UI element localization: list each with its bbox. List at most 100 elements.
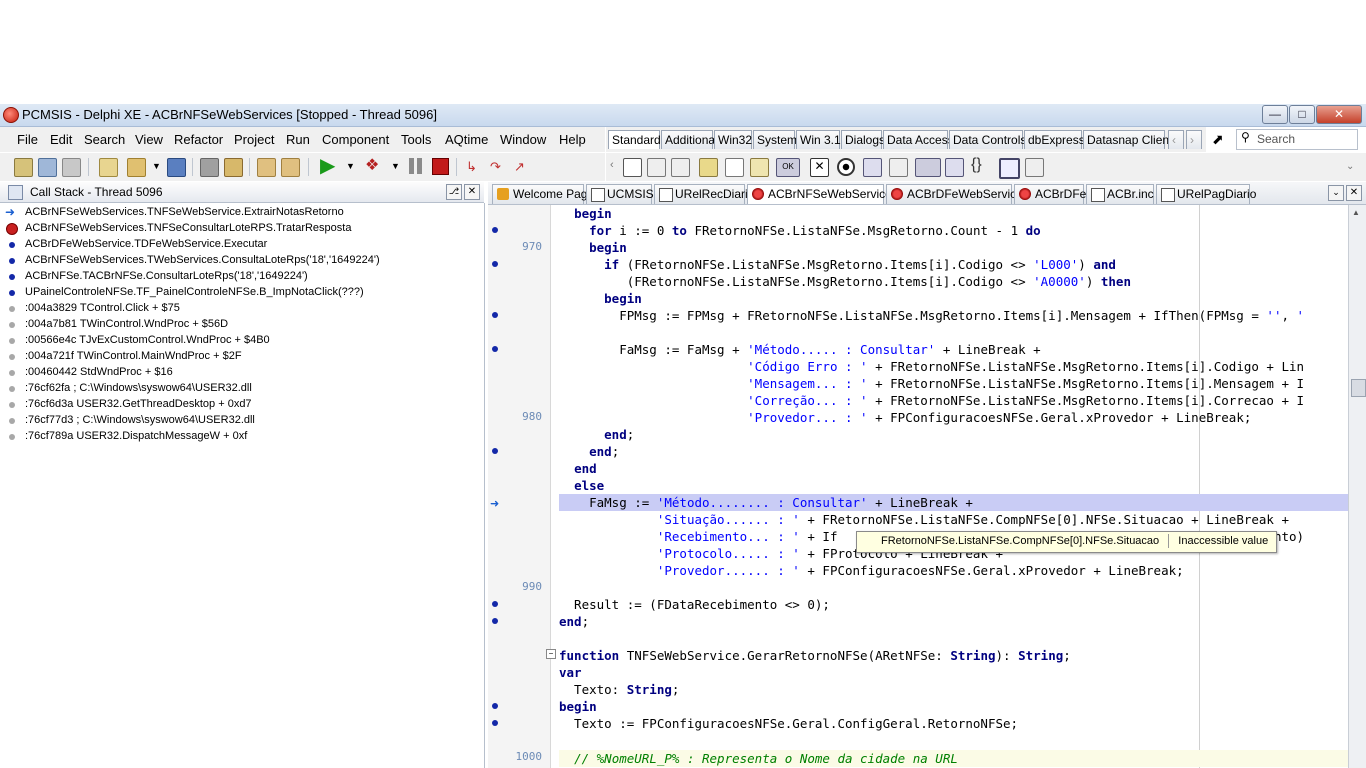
tlistbox-icon[interactable] bbox=[863, 158, 882, 177]
menu-component[interactable]: Component bbox=[322, 132, 389, 147]
pause-icon[interactable] bbox=[409, 158, 414, 174]
callstack-row[interactable]: :76cf77d3 ; C:\Windows\syswow64\USER32.d… bbox=[0, 413, 484, 429]
add-file-icon[interactable] bbox=[257, 158, 276, 177]
tab-welcome-page[interactable]: Welcome Page bbox=[492, 184, 594, 204]
tradiogroup-icon[interactable]: {} bbox=[971, 156, 982, 174]
palette-tab-dialogs[interactable]: Dialogs bbox=[841, 130, 885, 149]
menu-help[interactable]: Help bbox=[559, 132, 586, 147]
palette-tab-standard[interactable]: Standard bbox=[608, 130, 661, 149]
new-items-icon[interactable] bbox=[14, 158, 33, 177]
palette-tab-win31[interactable]: Win 3.1 bbox=[796, 130, 841, 149]
debug-dropdown-icon[interactable]: ▼ bbox=[391, 161, 400, 171]
minimize-button[interactable]: — bbox=[1262, 105, 1288, 124]
close-all-icon[interactable] bbox=[62, 158, 81, 177]
tactionlist-icon[interactable] bbox=[1025, 158, 1044, 177]
menu-window[interactable]: Window bbox=[500, 132, 546, 147]
run-without-debug-icon[interactable]: ❖ bbox=[365, 157, 379, 175]
scroll-up-icon[interactable]: ▲ bbox=[1352, 208, 1360, 217]
callstack-row[interactable]: ACBrDFeWebService.TDFeWebService.Executa… bbox=[0, 237, 484, 253]
tpopupmenu-icon[interactable] bbox=[671, 158, 690, 177]
palette-tab-system[interactable]: System bbox=[753, 130, 797, 149]
tbutton-icon[interactable]: OK bbox=[776, 158, 800, 177]
palette-scroll-left-icon[interactable]: ‹ bbox=[610, 159, 614, 171]
callstack-row[interactable]: :76cf6d3a USER32.GetThreadDesktop + 0xd7 bbox=[0, 397, 484, 413]
palette-tab-data-controls[interactable]: Data Controls bbox=[949, 130, 1026, 149]
tab-acbrnfsewebservices[interactable]: ACBrNFSeWebServices bbox=[747, 184, 898, 204]
tradiobutton-icon[interactable] bbox=[837, 158, 855, 176]
callstack-row[interactable]: :76cf789a USER32.DispatchMessageW + 0xf bbox=[0, 429, 484, 445]
open-file-icon[interactable] bbox=[127, 158, 146, 177]
palette-tab-dbexpress[interactable]: dbExpress bbox=[1024, 130, 1085, 149]
tab-ucmsis[interactable]: UCMSIS bbox=[586, 184, 654, 204]
callstack-row[interactable]: ➜ ACBrNFSeWebServices.TNFSeWebService.Ex… bbox=[0, 205, 484, 221]
tframes-icon[interactable] bbox=[623, 158, 642, 177]
pointer-tool-icon[interactable]: ⬈ bbox=[1212, 131, 1224, 148]
callstack-row[interactable]: :004a7b81 TWinControl.WndProc + $56D bbox=[0, 317, 484, 333]
tcheckbox-icon[interactable]: ✕ bbox=[810, 158, 829, 177]
tab-acbrdfe[interactable]: ACBrDFe bbox=[1014, 184, 1086, 204]
close-tab-icon[interactable]: ✕ bbox=[1346, 185, 1362, 201]
remove-file-icon[interactable] bbox=[281, 158, 300, 177]
callstack-row[interactable]: :76cf62fa ; C:\Windows\syswow64\USER32.d… bbox=[0, 381, 484, 397]
run-icon[interactable]: ▶ bbox=[320, 156, 335, 176]
run-dropdown-icon[interactable]: ▼ bbox=[346, 161, 355, 171]
callstack-row[interactable]: ACBrNFSeWebServices.TWebServices.Consult… bbox=[0, 253, 484, 269]
palette-tab-additional[interactable]: Additional bbox=[661, 130, 718, 149]
program-reset-icon[interactable] bbox=[432, 158, 449, 175]
open-project-icon[interactable] bbox=[38, 158, 57, 177]
menu-tools[interactable]: Tools bbox=[401, 132, 431, 147]
palette-tab-win32[interactable]: Win32 bbox=[714, 130, 752, 149]
open-dropdown-icon[interactable]: ▼ bbox=[152, 161, 161, 171]
palette-scroll-left-icon[interactable]: ‹ bbox=[1168, 130, 1184, 149]
menu-project[interactable]: Project bbox=[234, 132, 274, 147]
editor-gutter[interactable] bbox=[488, 205, 550, 768]
menu-file[interactable]: File bbox=[17, 132, 38, 147]
callstack-row[interactable]: UPainelControleNFSe.TF_PainelControleNFS… bbox=[0, 285, 484, 301]
close-button[interactable]: ✕ bbox=[1316, 105, 1362, 124]
callstack-row[interactable]: :004a721f TWinControl.MainWndProc + $2F bbox=[0, 349, 484, 365]
tab-acbrdfewebservice[interactable]: ACBrDFeWebService bbox=[886, 184, 1023, 204]
tmainmenu-icon[interactable] bbox=[647, 158, 666, 177]
callstack-row[interactable]: ACBrNFSe.TACBrNFSe.ConsultarLoteRps('18'… bbox=[0, 269, 484, 285]
tab-urelrecdiario[interactable]: URelRecDiario bbox=[654, 184, 754, 204]
code-editor[interactable]: ➜ 970 980 990 1000 − begin for i := 0 to… bbox=[488, 205, 1348, 768]
pin-icon[interactable]: ⎇ bbox=[446, 184, 462, 200]
palette-scroll-right-icon[interactable]: › bbox=[1186, 130, 1202, 149]
maximize-button[interactable]: □ bbox=[1289, 105, 1315, 124]
scrollbar-thumb[interactable] bbox=[1351, 379, 1366, 397]
tab-acbr-inc[interactable]: ACBr.inc bbox=[1086, 184, 1154, 204]
callstack-row[interactable]: ACBrNFSeWebServices.TNFSeConsultarLoteRP… bbox=[0, 221, 484, 237]
tmemo-icon[interactable] bbox=[750, 158, 769, 177]
tab-list-dropdown-icon[interactable]: ⌄ bbox=[1328, 185, 1344, 201]
menu-run[interactable]: Run bbox=[286, 132, 310, 147]
menu-aqtime[interactable]: AQtime bbox=[445, 132, 488, 147]
palette-tab-data-access[interactable]: Data Access bbox=[883, 130, 954, 149]
step-over-icon[interactable]: ↷ bbox=[490, 159, 501, 175]
code-fold-icon[interactable]: − bbox=[546, 649, 556, 659]
tcombobox-icon[interactable] bbox=[889, 158, 908, 177]
panel-close-icon[interactable]: ✕ bbox=[464, 184, 480, 200]
run-until-return-icon[interactable]: ↗ bbox=[514, 159, 525, 175]
callstack-row[interactable]: :00566e4c TJvExCustomControl.WndProc + $… bbox=[0, 333, 484, 349]
menu-search[interactable]: Search bbox=[84, 132, 125, 147]
new-form-icon[interactable] bbox=[99, 158, 118, 177]
view-form-icon[interactable] bbox=[224, 158, 243, 177]
callstack-row[interactable]: :00460442 StdWndProc + $16 bbox=[0, 365, 484, 381]
toolbar-overflow-icon[interactable]: ⌄ bbox=[1346, 161, 1354, 172]
tscrollbar-icon[interactable] bbox=[915, 158, 941, 177]
save-icon[interactable] bbox=[167, 158, 186, 177]
menu-refactor[interactable]: Refactor bbox=[174, 132, 223, 147]
trace-into-icon[interactable]: ↳ bbox=[466, 159, 477, 175]
tab-urelpagdiario[interactable]: URelPagDiario bbox=[1156, 184, 1256, 204]
tlabel-icon[interactable] bbox=[699, 158, 718, 177]
palette-search-input[interactable]: ⚲ Search bbox=[1236, 129, 1358, 150]
palette-tab-datasnap-client[interactable]: Datasnap Client bbox=[1083, 130, 1172, 149]
menu-view[interactable]: View bbox=[135, 132, 163, 147]
editor-vertical-scrollbar[interactable]: ▲ bbox=[1348, 205, 1366, 768]
tgroupbox-icon[interactable] bbox=[945, 158, 964, 177]
callstack-row[interactable]: :004a3829 TControl.Click + $75 bbox=[0, 301, 484, 317]
menu-edit[interactable]: Edit bbox=[50, 132, 72, 147]
tedit-icon[interactable] bbox=[725, 158, 744, 177]
tpanel-icon[interactable] bbox=[999, 158, 1020, 179]
view-unit-icon[interactable] bbox=[200, 158, 219, 177]
